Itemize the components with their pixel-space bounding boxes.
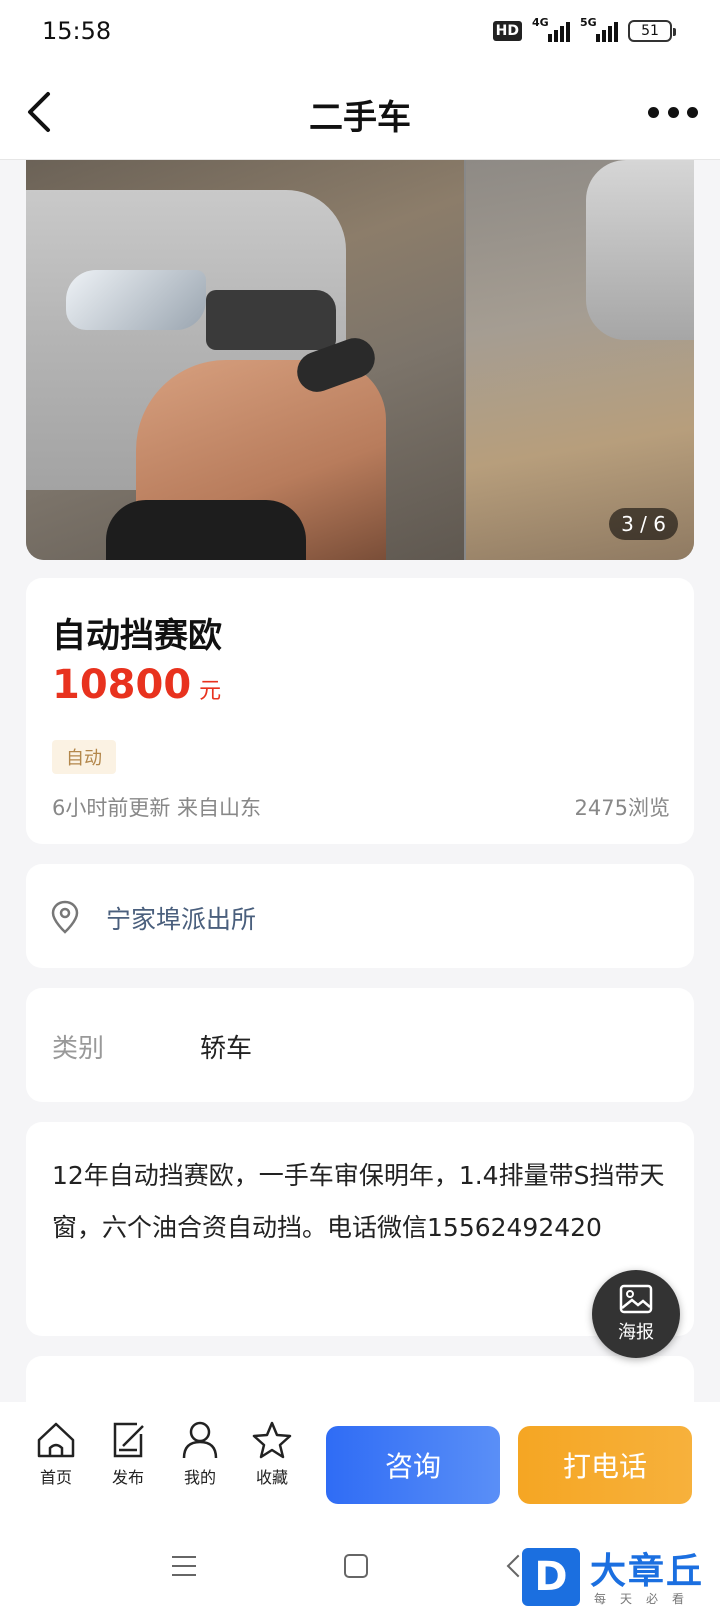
signal-4g-icon: 4G	[532, 16, 570, 42]
watermark-logo: D	[522, 1548, 580, 1606]
nav-bar: 二手车	[0, 64, 720, 160]
gallery-counter: 3 / 6	[609, 508, 678, 540]
edit-icon	[113, 1422, 144, 1458]
listing-card: 自动挡赛欧 10800 元 自动 6小时前更新 来自山东 2475浏览	[26, 578, 694, 844]
watermark-brand: 大章丘	[590, 1551, 705, 1592]
tab-home[interactable]: 首页	[26, 1420, 86, 1504]
listing-price: 10800 元	[52, 662, 221, 708]
description-text: 12年自动挡赛欧，一手车审保明年，1.4排量带S挡带天窗，六个油合资自动挡。电话…	[52, 1161, 665, 1242]
car-photo-side[interactable]	[466, 160, 694, 560]
location-text: 宁家埠派出所	[106, 905, 257, 934]
transmission-tag: 自动	[52, 740, 116, 774]
home-icon	[37, 1422, 75, 1458]
listing-title: 自动挡赛欧	[52, 616, 222, 656]
page-title: 二手车	[309, 98, 411, 138]
battery-icon: 51	[628, 20, 676, 42]
car-photo-main[interactable]	[26, 160, 464, 560]
location-card[interactable]: 宁家埠派出所	[26, 864, 694, 968]
poster-button[interactable]: 海报	[592, 1270, 680, 1358]
tab-mine[interactable]: 我的	[170, 1420, 230, 1504]
status-bar: 15:58 HD 4G 5G 51	[0, 0, 720, 64]
location-pin-icon	[50, 900, 80, 934]
photo-gallery[interactable]: 3 / 6	[26, 160, 694, 560]
signal-5g-icon: 5G	[580, 16, 618, 42]
poster-label: 海报	[618, 1322, 654, 1343]
image-icon	[619, 1284, 653, 1314]
category-value: 轿车	[200, 1034, 253, 1064]
consult-button[interactable]: 咨询	[326, 1426, 500, 1504]
price-unit: 元	[199, 679, 222, 704]
status-time: 15:58	[42, 17, 112, 45]
update-meta: 6小时前更新 来自山东	[52, 796, 262, 820]
watermark-sub: 每天必看	[594, 1592, 699, 1606]
user-icon	[182, 1421, 218, 1459]
status-icons: HD 4G 5G 51	[492, 16, 676, 42]
bottom-action-bar: 首页 发布 我的 收藏 咨询 打电话	[0, 1402, 720, 1522]
tab-favorite-label: 收藏	[255, 1468, 288, 1487]
price-value: 10800	[52, 662, 192, 708]
view-count: 2475浏览	[574, 796, 670, 820]
home-square-icon[interactable]	[344, 1554, 368, 1578]
tab-publish[interactable]: 发布	[98, 1420, 158, 1504]
category-label: 类别	[52, 1034, 105, 1064]
tab-publish-label: 发布	[111, 1468, 144, 1487]
watermark: D 大章丘 每天必看	[522, 1546, 720, 1612]
tab-favorite[interactable]: 收藏	[242, 1420, 302, 1504]
star-icon	[252, 1421, 292, 1459]
category-card: 类别 轿车	[26, 988, 694, 1102]
recent-apps-icon[interactable]	[172, 1556, 196, 1576]
hd-icon: HD	[492, 21, 522, 41]
tab-home-label: 首页	[39, 1468, 72, 1487]
tab-mine-label: 我的	[183, 1468, 216, 1487]
more-dots-icon[interactable]	[648, 94, 698, 130]
call-button[interactable]: 打电话	[518, 1426, 692, 1504]
